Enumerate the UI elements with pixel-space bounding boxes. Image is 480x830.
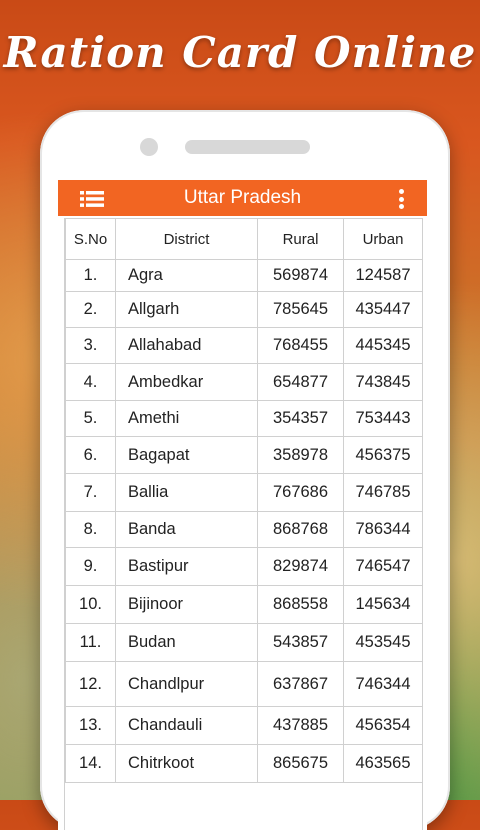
row-rural: 358978 [257, 436, 344, 474]
row-sno: 10. [65, 585, 116, 624]
row-sno: 1. [65, 259, 116, 292]
row-district: Agra [115, 259, 258, 292]
row-rural: 767686 [257, 473, 344, 512]
row-urban: 145634 [343, 585, 423, 624]
row-rural: 569874 [257, 259, 344, 292]
row-district: Ballia [115, 473, 258, 512]
row-sno: 12. [65, 661, 116, 707]
row-urban: 456375 [343, 436, 423, 474]
hamburger-menu-icon[interactable] [80, 191, 104, 207]
row-urban: 753443 [343, 400, 423, 437]
district-table: S.No District Rural Urban 1. Agra 569874 12… [65, 218, 423, 783]
header-sno: S.No [65, 218, 116, 260]
table-row[interactable]: 7. Ballia 767686 746785 [65, 473, 423, 512]
row-urban: 743845 [343, 363, 423, 401]
row-sno: 6. [65, 436, 116, 474]
row-district: Chandlpur [115, 661, 258, 707]
table-row[interactable]: 11. Budan 543857 453545 [65, 623, 423, 662]
row-district: Banda [115, 511, 258, 548]
phone-frame: Uttar Pradesh S.No District Rural Urban … [40, 110, 450, 830]
row-district: Amethi [115, 400, 258, 437]
row-district: Chitrkoot [115, 744, 258, 783]
row-urban: 463565 [343, 744, 423, 783]
row-rural: 868558 [257, 585, 344, 624]
row-district: Bijinoor [115, 585, 258, 624]
table-row[interactable]: 1. Agra 569874 124587 [65, 259, 423, 292]
more-vert-icon[interactable] [399, 189, 405, 209]
row-urban: 435447 [343, 291, 423, 328]
row-district: Budan [115, 623, 258, 662]
row-rural: 654877 [257, 363, 344, 401]
row-rural: 785645 [257, 291, 344, 328]
header-urban: Urban [343, 218, 423, 260]
row-urban: 456354 [343, 706, 423, 745]
row-district: Allgarh [115, 291, 258, 328]
row-urban: 786344 [343, 511, 423, 548]
table-row[interactable]: 8. Banda 868768 786344 [65, 511, 423, 548]
row-rural: 865675 [257, 744, 344, 783]
district-table-container[interactable]: S.No District Rural Urban 1. Agra 569874 12… [64, 218, 423, 830]
row-district: Bastipur [115, 547, 258, 586]
row-rural: 437885 [257, 706, 344, 745]
row-sno: 9. [65, 547, 116, 586]
promo-title: Ration Card Online [3, 28, 477, 77]
table-row[interactable]: 6. Bagapat 358978 456375 [65, 436, 423, 474]
app-title: Uttar Pradesh [183, 187, 302, 208]
table-row[interactable]: 3. Allahabad 768455 445345 [65, 327, 423, 364]
row-sno: 14. [65, 744, 116, 783]
row-urban: 746344 [343, 661, 423, 707]
row-urban: 124587 [343, 259, 423, 292]
table-row[interactable]: 4. Ambedkar 654877 743845 [65, 363, 423, 401]
table-row[interactable]: 9. Bastipur 829874 746547 [65, 547, 423, 586]
row-urban: 453545 [343, 623, 423, 662]
row-rural: 768455 [257, 327, 344, 364]
table-row[interactable]: 10. Bijinoor 868558 145634 [65, 585, 423, 624]
row-district: Chandauli [115, 706, 258, 745]
row-district: Allahabad [115, 327, 258, 364]
table-row[interactable]: 14. Chitrkoot 865675 463565 [65, 744, 423, 783]
row-urban: 746785 [343, 473, 423, 512]
table-row[interactable]: 5. Amethi 354357 753443 [65, 400, 423, 437]
table-row[interactable]: 13. Chandauli 437885 456354 [65, 706, 423, 745]
table-row[interactable]: 12. Chandlpur 637867 746344 [65, 661, 423, 707]
row-rural: 637867 [257, 661, 344, 707]
row-sno: 5. [65, 400, 116, 437]
row-urban: 746547 [343, 547, 423, 586]
row-district: Ambedkar [115, 363, 258, 401]
row-sno: 7. [65, 473, 116, 512]
row-sno: 11. [65, 623, 116, 662]
row-sno: 8. [65, 511, 116, 548]
app-bar: Uttar Pradesh [58, 180, 427, 216]
phone-speaker [185, 140, 310, 154]
row-sno: 3. [65, 327, 116, 364]
table-row[interactable]: 2. Allgarh 785645 435447 [65, 291, 423, 328]
row-sno: 4. [65, 363, 116, 401]
row-sno: 2. [65, 291, 116, 328]
row-rural: 868768 [257, 511, 344, 548]
row-rural: 829874 [257, 547, 344, 586]
row-rural: 543857 [257, 623, 344, 662]
header-rural: Rural [257, 218, 344, 260]
row-rural: 354357 [257, 400, 344, 437]
row-sno: 13. [65, 706, 116, 745]
table-header-row: S.No District Rural Urban [65, 218, 423, 260]
header-district: District [115, 218, 258, 260]
row-urban: 445345 [343, 327, 423, 364]
row-district: Bagapat [115, 436, 258, 474]
app-screen: Uttar Pradesh S.No District Rural Urban … [58, 180, 427, 830]
phone-camera [140, 138, 158, 156]
